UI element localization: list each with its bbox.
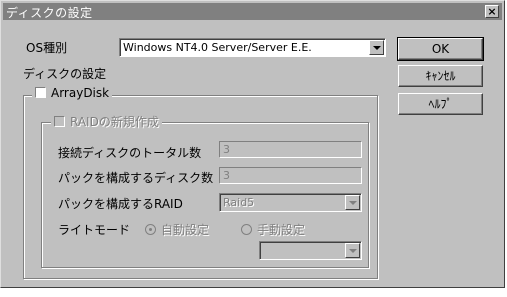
- write-mode-auto-label: 自動設定: [161, 223, 210, 237]
- pack-raid-label: パックを構成するRAID: [58, 197, 183, 211]
- raid-create-checkbox[interactable]: [54, 116, 65, 127]
- raid-create-label: RAIDの新規作成: [70, 115, 159, 129]
- raid-create-option[interactable]: RAIDの新規作成: [51, 113, 162, 130]
- write-mode-auto-option[interactable]: 自動設定: [145, 221, 209, 238]
- close-button[interactable]: ×: [485, 5, 499, 18]
- os-type-label: OS種別: [26, 41, 68, 55]
- chevron-down-icon[interactable]: [369, 40, 384, 55]
- write-mode-auto-radio[interactable]: [145, 224, 156, 235]
- cancel-button[interactable]: ｷｬﾝｾﾙ: [398, 65, 483, 87]
- write-mode-manual-select[interactable]: [259, 241, 362, 260]
- write-mode-manual-label: 手動設定: [257, 223, 306, 237]
- chevron-down-icon[interactable]: [345, 243, 360, 258]
- array-disk-label: ArrayDisk: [51, 86, 110, 100]
- pack-raid-value: Raid5: [223, 196, 255, 209]
- disk-settings-dialog: ディスクの設定 × OS種別 Windows NT4.0 Server/Serv…: [0, 0, 505, 288]
- disk-count-label: 接続ディスクのトータル数: [58, 146, 202, 160]
- help-button[interactable]: ﾍﾙﾌﾟ: [398, 93, 483, 115]
- write-mode-manual-option[interactable]: 手動設定: [241, 221, 305, 238]
- disk-settings-label: ディスクの設定: [23, 67, 107, 81]
- array-disk-option[interactable]: ArrayDisk: [32, 86, 113, 100]
- pack-raid-select[interactable]: Raid5: [219, 193, 362, 212]
- pack-disks-label: パックを構成するディスク数: [58, 171, 214, 185]
- array-disk-checkbox[interactable]: [35, 87, 46, 98]
- write-mode-label: ライトモード: [58, 223, 131, 237]
- ok-button[interactable]: OK: [397, 37, 484, 61]
- window-title: ディスクの設定: [6, 6, 93, 20]
- os-type-value: Windows NT4.0 Server/Server E.E.: [123, 41, 312, 54]
- chevron-down-icon[interactable]: [345, 195, 360, 210]
- pack-disks-field[interactable]: 3: [219, 167, 362, 184]
- os-type-select[interactable]: Windows NT4.0 Server/Server E.E.: [119, 38, 386, 57]
- write-mode-manual-radio[interactable]: [241, 224, 252, 235]
- title-bar: ディスクの設定 ×: [3, 3, 502, 20]
- disk-count-field[interactable]: 3: [219, 141, 362, 158]
